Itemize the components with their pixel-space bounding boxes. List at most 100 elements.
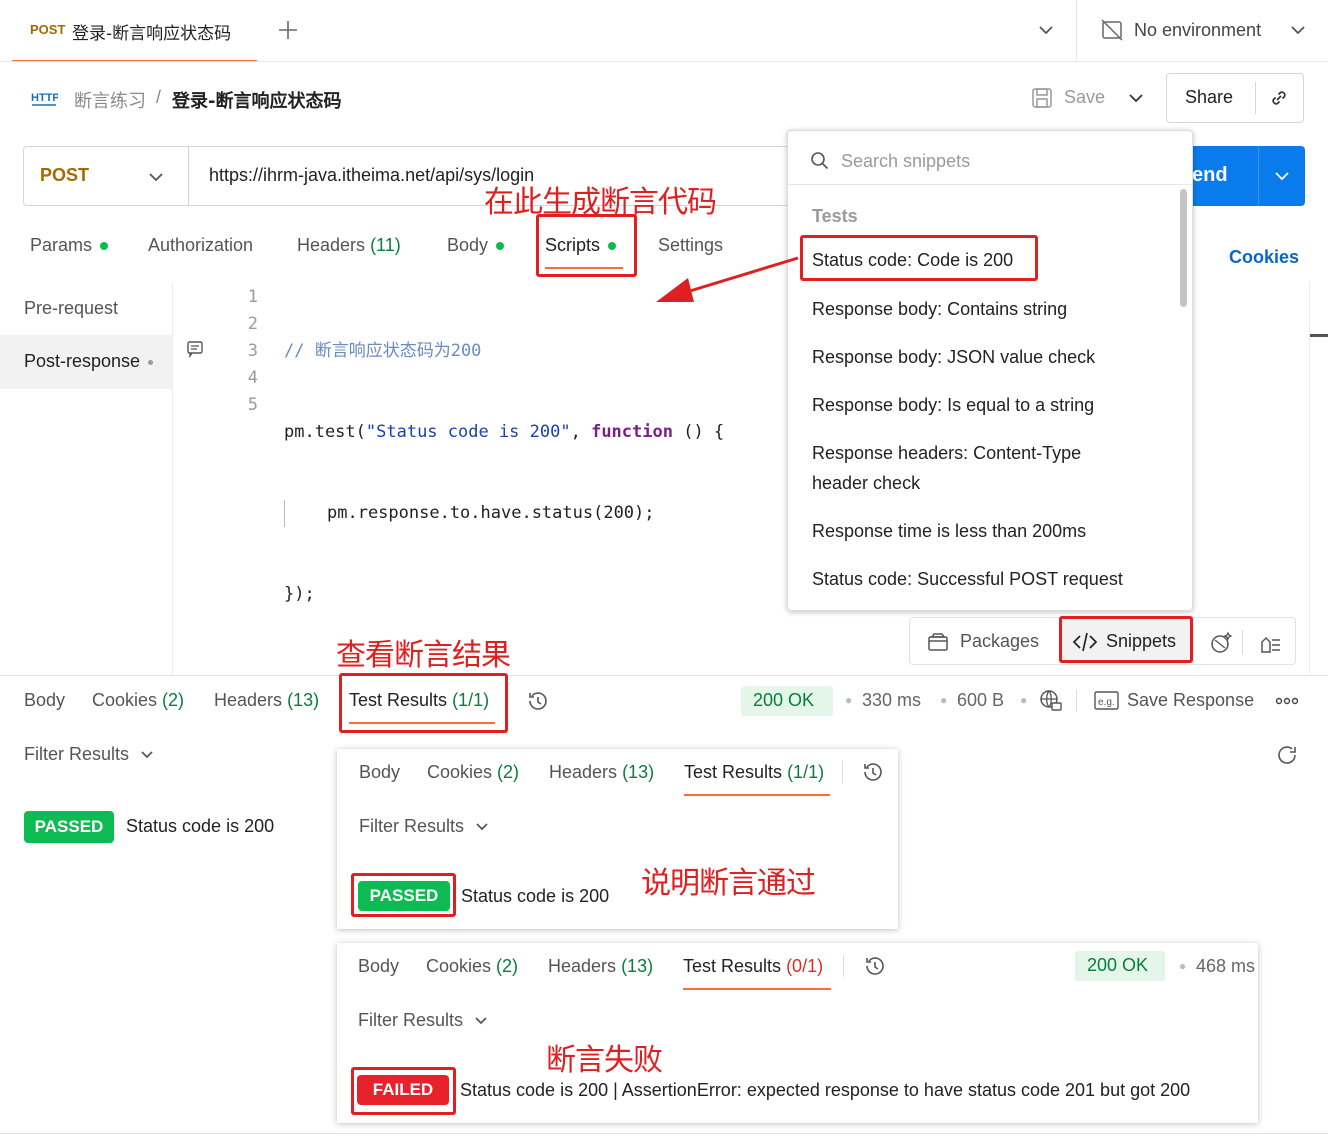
status-dot (100, 242, 109, 251)
breadcrumb-collection[interactable]: 断言练习 (74, 87, 146, 113)
inset-tab-test-results[interactable]: Test Results (1/1) (684, 762, 824, 783)
send-button[interactable]: end (1180, 146, 1305, 206)
inset-tab-headers[interactable]: Headers (13) (548, 956, 653, 977)
inset-tab-cookies[interactable]: Cookies (2) (427, 762, 519, 783)
inset-tab-cookies-label: Cookies (426, 956, 492, 976)
inset-tab-test-label: Test Results (684, 762, 783, 782)
snippets-label: Snippets (1106, 631, 1177, 651)
status-dot (608, 242, 617, 251)
snippet-item[interactable]: Response body: JSON value check (812, 342, 1095, 372)
filter-results-dropdown[interactable]: Filter Results (359, 816, 491, 837)
divider (1309, 282, 1310, 674)
snippet-label: header check (812, 473, 921, 493)
beautify-icon[interactable] (1258, 630, 1284, 656)
snippet-label: Response body: JSON value check (812, 347, 1096, 367)
filter-label: Filter Results (24, 744, 130, 764)
response-tab-cookies[interactable]: Cookies (2) (92, 690, 184, 711)
divider (172, 282, 173, 674)
snippet-item[interactable]: Status code: Successful POST request (812, 564, 1123, 594)
filter-results-dropdown[interactable]: Filter Results (24, 744, 156, 765)
response-tab-body[interactable]: Body (24, 690, 65, 711)
filter-results-dropdown[interactable]: Filter Results (358, 1010, 490, 1031)
response-size: 600 B (957, 690, 1005, 710)
search-snippets-field[interactable]: Search snippets (788, 131, 1192, 185)
page-title[interactable]: 登录-断言响应状态码 (172, 87, 341, 113)
history-icon[interactable] (861, 760, 885, 784)
code-editor[interactable]: // 断言响应状态码为200 pm.test("Status code is 2… (284, 284, 724, 635)
snippet-item[interactable]: Response time is less than 200ms (812, 516, 1086, 546)
snippets-panel: Search snippets Tests Status code: Code … (787, 130, 1193, 611)
annotation-passed: 说明断言通过 (641, 866, 816, 901)
packages-label: Packages (960, 631, 1040, 651)
snippet-item[interactable]: Response body: Is equal to a string (812, 390, 1094, 420)
packages-button[interactable]: Packages (926, 629, 1066, 655)
new-tab-button[interactable] (276, 18, 300, 42)
comment-icon[interactable] (186, 340, 204, 358)
inset-failed-panel: Body Cookies (2) Headers (13) Test Resul… (337, 943, 1258, 1123)
chevron-down-icon (476, 823, 488, 831)
tab-headers[interactable]: Headers (11) (297, 235, 401, 256)
history-icon[interactable] (526, 689, 550, 713)
filter-label: Filter Results (359, 816, 465, 836)
inset-tab-body[interactable]: Body (359, 762, 400, 783)
link-icon[interactable] (1267, 86, 1291, 110)
snippet-item[interactable]: Status code: Code is 200 (812, 245, 1013, 275)
tab-body[interactable]: Body (447, 235, 505, 256)
tab-scripts[interactable]: Scripts (545, 235, 617, 256)
save-label: Save (1064, 87, 1106, 107)
share-button[interactable]: Share (1185, 87, 1233, 108)
inset-tab-cookies[interactable]: Cookies (2) (426, 956, 518, 977)
post-response-label: Post-response (24, 351, 141, 371)
response-tab-headers-label: Headers (214, 690, 283, 710)
tab-params[interactable]: Params (30, 235, 109, 256)
pre-request-item[interactable]: Pre-request (0, 285, 172, 331)
status-label: 200 OK (753, 690, 815, 710)
environment-selector[interactable]: No environment (1098, 16, 1313, 46)
inset-tab-headers[interactable]: Headers (13) (549, 762, 654, 783)
snippet-item[interactable]: Response body: Contains string (812, 294, 1067, 324)
cookies-count: (2) (497, 762, 520, 782)
inset-tab-body[interactable]: Body (358, 956, 399, 977)
line-number: 3 (247, 341, 258, 361)
cookies-count: (2) (496, 956, 519, 976)
inset-tab-test-results[interactable]: Test Results (0/1) (683, 956, 823, 977)
tab-authorization[interactable]: Authorization (148, 235, 253, 256)
snippets-button[interactable]: Snippets (1060, 618, 1194, 664)
post-response-item[interactable]: Post-response (0, 335, 172, 389)
code-string: "Status code is 200" (365, 422, 571, 442)
response-time: 330 ms (862, 690, 922, 710)
save-response-button[interactable]: e.g. Save Response (1094, 688, 1264, 714)
response-tab-test-label: Test Results (349, 690, 448, 710)
annotation-generate: 在此生成断言代码 (484, 185, 717, 220)
separator-dot-icon: ● (845, 693, 853, 707)
panel-handle[interactable] (1310, 334, 1328, 337)
code-token: , (570, 422, 592, 442)
refresh-icon[interactable] (1275, 743, 1299, 767)
save-button[interactable]: Save (1030, 84, 1110, 112)
more-options-icon[interactable] (1275, 693, 1299, 709)
tab-body-label: Body (447, 235, 489, 255)
response-tab-body-label: Body (24, 690, 66, 710)
ai-assist-icon[interactable] (1208, 630, 1234, 656)
response-tab-headers[interactable]: Headers (13) (214, 690, 319, 711)
share-button-group: Share (1166, 73, 1304, 123)
save-response-label: Save Response (1127, 690, 1255, 710)
passed-badge: PASSED (358, 881, 450, 911)
editor-toolbar: Packages Snippets (909, 617, 1296, 665)
chevron-down-icon (149, 173, 163, 182)
code-keyword: function (591, 422, 673, 442)
tabs-dropdown-icon[interactable] (1036, 20, 1056, 40)
response-tab-test-results[interactable]: Test Results (1/1) (349, 690, 489, 711)
headers-count: (13) (622, 762, 655, 782)
snippet-item[interactable]: Response headers: Content-Type header che… (812, 438, 1081, 498)
snippet-label: Response body: Is equal to a string (812, 395, 1095, 415)
scrollbar[interactable] (1180, 189, 1187, 307)
inset-tab-test-label: Test Results (683, 956, 782, 976)
active-tab-indicator (683, 988, 831, 990)
network-globe-icon[interactable] (1038, 688, 1064, 714)
cookies-link[interactable]: Cookies (1229, 247, 1299, 268)
save-options-icon[interactable] (1126, 88, 1146, 108)
request-tab[interactable]: POST 登录-断言响应状态码 (12, 0, 257, 62)
method-select[interactable]: POST (24, 147, 189, 205)
history-icon[interactable] (863, 954, 887, 978)
